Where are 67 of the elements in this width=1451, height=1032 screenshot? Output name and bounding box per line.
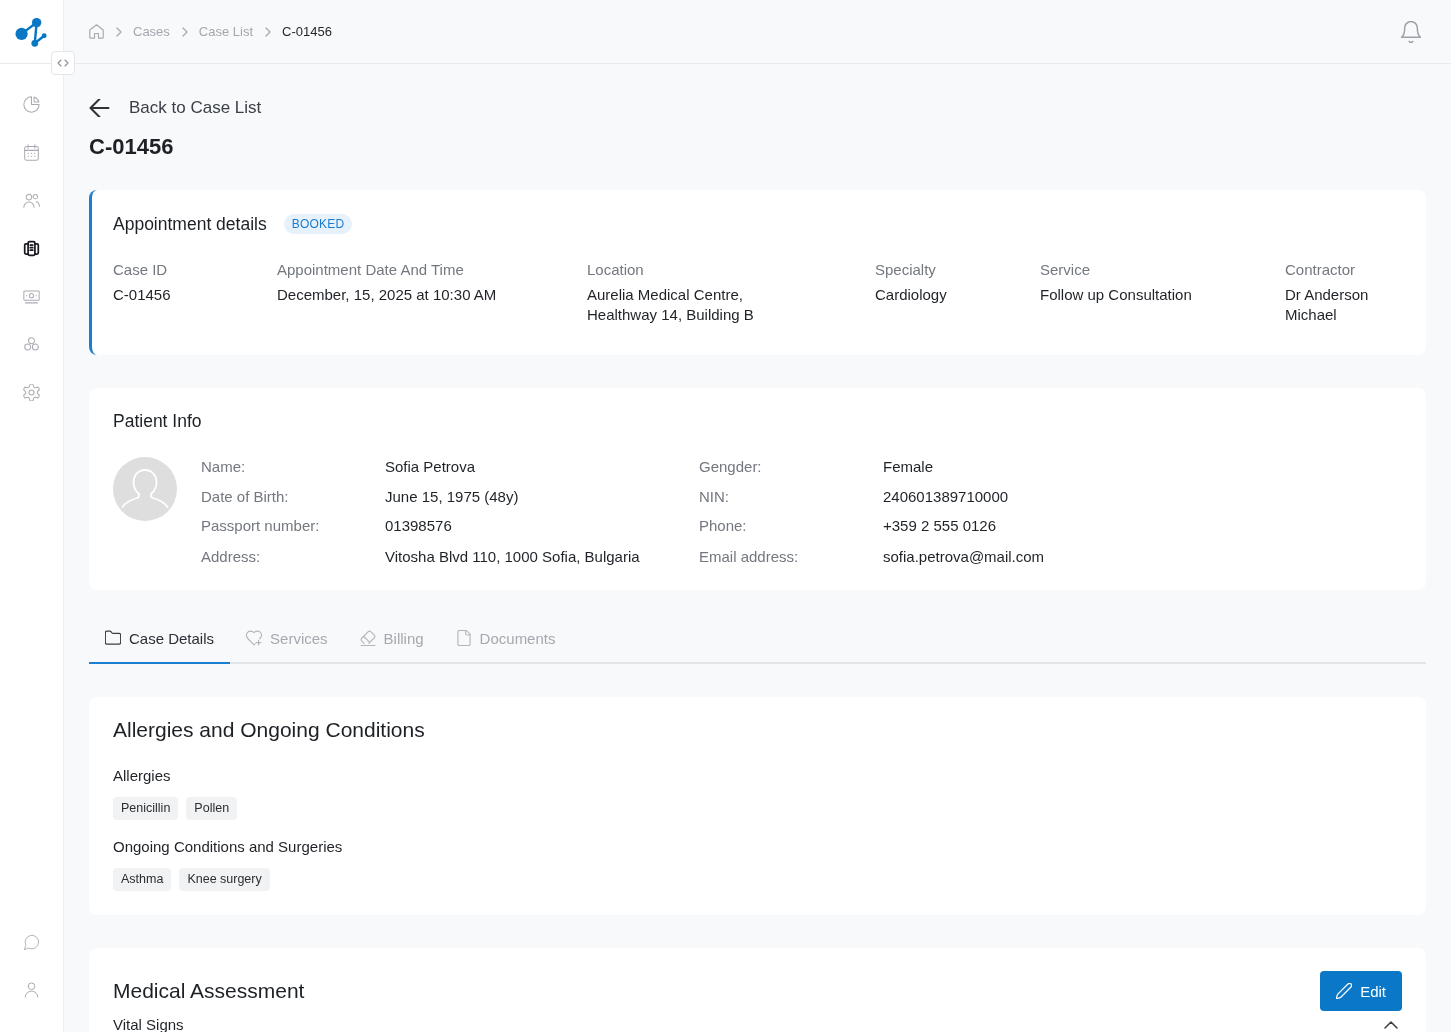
field-value: Vitosha Blvd 110, 1000 Sofia, Bulgaria	[385, 547, 641, 567]
logo-icon	[14, 15, 48, 48]
field-label: Location	[587, 260, 645, 280]
field-value: Aurelia Medical Centre, Healthway 14, Building B	[587, 285, 755, 325]
pencil-icon	[1336, 983, 1353, 999]
field-label: Case ID	[113, 260, 169, 280]
field-label: NIN:	[699, 486, 730, 507]
bell-icon[interactable]	[1401, 20, 1421, 43]
field-value: Dr Anderson Michael	[1285, 285, 1370, 325]
field-label: Date of Birth:	[201, 486, 290, 507]
status-badge: BOOKED	[283, 214, 353, 234]
field-value: 01398576	[385, 516, 453, 536]
field-label: Phone:	[699, 516, 748, 536]
edit-button[interactable]: Edit	[1320, 971, 1402, 1011]
field-value: sofia.petrova@mail.com	[883, 547, 1045, 567]
chevron-up-icon[interactable]	[1384, 1021, 1398, 1029]
field-label: Email address:	[699, 547, 800, 567]
card-title: Allergies and Ongoing Conditions	[113, 717, 426, 743]
breadcrumb-link[interactable]: Cases	[133, 24, 170, 39]
home-icon[interactable]	[89, 24, 104, 39]
folder-icon	[105, 630, 121, 646]
chevron-right-icon	[265, 26, 272, 37]
card-title: Medical Assessment	[113, 978, 305, 1004]
tab[interactable]: Billing	[343, 614, 440, 664]
field-value: Sofia Petrova	[385, 457, 477, 477]
code-chevrons-icon	[57, 59, 69, 67]
condition-tag: Penicillin	[113, 797, 179, 820]
field-value: Cardiology	[875, 285, 948, 305]
field-label: Specialty	[875, 260, 937, 280]
chevron-right-icon	[181, 26, 188, 37]
page-title: C-01456	[89, 133, 174, 161]
avatar-icon	[113, 457, 177, 521]
breadcrumb-link[interactable]: C-01456	[282, 24, 332, 39]
tab[interactable]: Case Details	[89, 614, 231, 664]
field-label: Passport number:	[201, 516, 321, 536]
tab[interactable]: Documents	[439, 614, 572, 664]
card-title: Patient Info	[113, 410, 203, 433]
field-value: C-01456	[113, 285, 172, 305]
sidebar-toggle-button[interactable]	[51, 51, 75, 75]
condition-tag: Pollen	[186, 797, 238, 820]
field-label: Contractor	[1285, 260, 1357, 280]
card-title: Appointment details	[113, 213, 267, 236]
field-label: Gengder:	[699, 457, 763, 477]
group-title: Allergies	[113, 766, 172, 786]
user-icon	[24, 982, 39, 998]
condition-tag: Asthma	[113, 868, 172, 891]
field-value: +359 2 555 0126	[883, 516, 998, 536]
back-link[interactable]: Back to Case List	[89, 96, 262, 120]
arrow-left-icon	[89, 99, 110, 117]
field-label: Service	[1040, 260, 1092, 280]
field-value: December, 15, 2025 at 10:30 AM	[277, 285, 498, 305]
field-value: 240601389710000	[883, 486, 1010, 507]
heart-plus-icon	[246, 630, 263, 646]
field-label: Appointment Date And Time	[277, 260, 465, 280]
field-label: Address:	[201, 547, 262, 567]
chat-bubble-icon	[24, 934, 39, 950]
eraser-icon	[359, 630, 376, 646]
document-icon	[455, 630, 472, 646]
group-title: Ongoing Conditions and Surgeries	[113, 837, 344, 857]
breadcrumb-link[interactable]: Case List	[198, 24, 254, 39]
field-value: Female	[883, 457, 935, 477]
field-value: June 15, 1975 (48y)	[385, 486, 520, 507]
field-label: Name:	[201, 457, 247, 477]
condition-tag: Knee surgery	[179, 868, 270, 891]
chevron-right-icon	[116, 26, 122, 37]
field-value: Follow up Consultation	[1040, 285, 1193, 305]
tab[interactable]: Services	[230, 614, 344, 664]
